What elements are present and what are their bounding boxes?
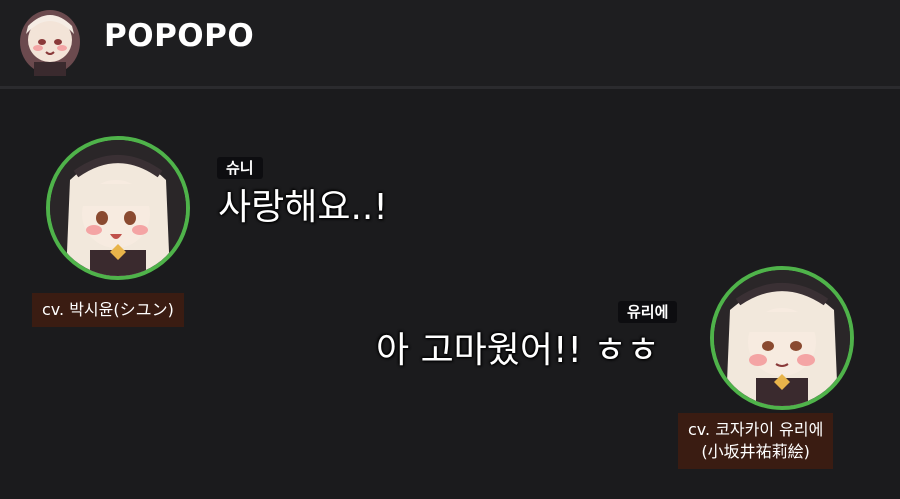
app-title: POPOPO	[104, 18, 255, 54]
chat-area: 슈니 사랑해요..! cv. 박시윤(シユン) 유리에 아 고마웠어!! ㅎㅎ …	[0, 89, 900, 499]
voice-actor-line: cv. 코자카이 유리에	[688, 420, 824, 439]
voice-actor-label: cv. 코자카이 유리에 (小坂井祐莉絵)	[678, 413, 834, 469]
voice-actor-line: cv. 박시윤(シユン)	[42, 300, 174, 319]
chibi-character-avatar-icon[interactable]	[12, 4, 88, 76]
voice-actor-line: (小坂井祐莉絵)	[701, 442, 810, 461]
speaker-name-tag: 유리에	[618, 301, 678, 323]
shuni-character-avatar-icon[interactable]	[46, 136, 190, 280]
top-bar: POPOPO	[0, 0, 900, 89]
voice-actor-label: cv. 박시윤(シユン)	[32, 293, 184, 327]
chat-message: 사랑해요..!	[218, 187, 388, 228]
yurie-character-avatar-icon[interactable]	[710, 266, 854, 410]
speaker-name-tag: 슈니	[217, 157, 263, 179]
chat-message: 아 고마웠어!! ㅎㅎ	[376, 330, 660, 371]
